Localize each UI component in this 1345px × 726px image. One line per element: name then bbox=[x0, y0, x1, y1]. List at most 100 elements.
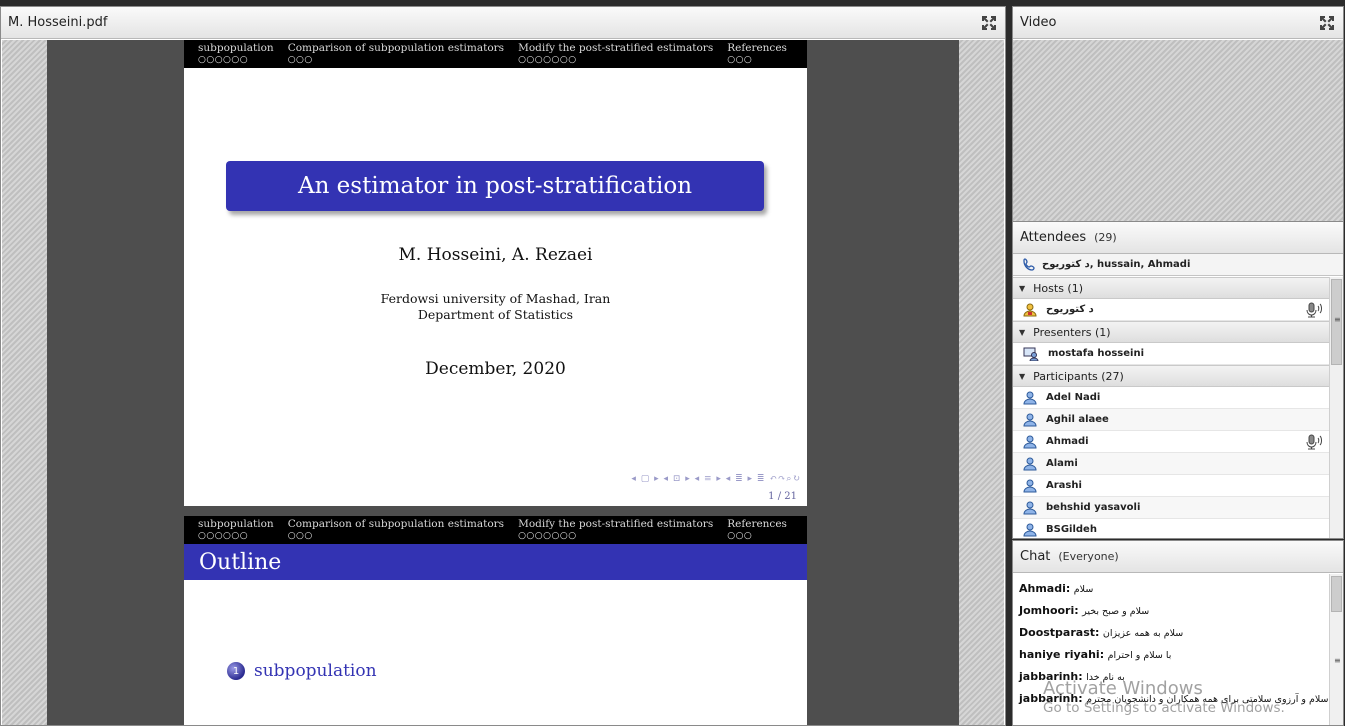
expand-triangle-icon[interactable]: ▼ bbox=[1019, 284, 1025, 293]
chat-message: jabbarinh: با سلام و آرزوی سلامتی برای ه… bbox=[1019, 688, 1329, 710]
nav-section[interactable]: Modify the post-stratified estimators ○○… bbox=[518, 518, 713, 544]
phone-icon bbox=[1023, 257, 1035, 271]
nav-section-label: subpopulation bbox=[198, 518, 274, 530]
chat-sender: Jomhoori: bbox=[1019, 604, 1079, 617]
video-pod-title: Video bbox=[1020, 15, 1057, 30]
department-line: Department of Statistics bbox=[417, 307, 574, 322]
nav-section[interactable]: References ○○○ bbox=[727, 42, 787, 68]
nav-section-dots: ○○○ bbox=[287, 531, 313, 541]
slide-page-number: 1 / 21 bbox=[768, 491, 797, 502]
microphone-active-icon bbox=[1306, 302, 1322, 318]
chat-text: با سلام و احترام bbox=[1107, 650, 1172, 661]
attendee-list-scrollbar[interactable]: ≡ bbox=[1329, 277, 1343, 538]
slide-institution: Ferdowsi university of Mashad, Iran Depa… bbox=[184, 291, 807, 323]
microphone-active-icon bbox=[1306, 434, 1322, 450]
group-label: Presenters (1) bbox=[1033, 325, 1111, 339]
nav-section-label: Modify the post-stratified estimators bbox=[518, 42, 714, 54]
scrollbar-grip-icon: ≡ bbox=[1334, 315, 1341, 324]
nav-section-dots: ○○○○○○○ bbox=[518, 531, 577, 541]
nav-section-dots: ○○○ bbox=[727, 531, 753, 541]
chat-scrollbar[interactable]: ≡ bbox=[1329, 574, 1343, 725]
attendee-row[interactable]: د کتوریوح bbox=[1013, 299, 1329, 321]
nav-section[interactable]: Comparison of subpopulation estimators ○… bbox=[288, 42, 504, 68]
attendee-name: BSGildeh bbox=[1046, 524, 1097, 535]
active-speakers-bar: د کتوریوح, hussain, Ahmadi bbox=[1013, 254, 1343, 276]
attendee-list[interactable]: ▼ Hosts (1) د کتوریوح ▼ Presenters (1) m… bbox=[1013, 277, 1329, 538]
chat-pod-title: Chat bbox=[1020, 549, 1051, 564]
slide-authors: M. Hosseini, A. Rezaei bbox=[398, 245, 593, 265]
group-label: Hosts (1) bbox=[1033, 281, 1084, 295]
chat-text: با سلام و آرزوی سلامتی برای همه همکاران … bbox=[1086, 694, 1329, 705]
beamer-navigation-bar: subpopulation ○○○○○○ Comparison of subpo… bbox=[184, 516, 807, 544]
attendee-row[interactable]: Adel Nadi bbox=[1013, 387, 1329, 409]
chat-message: Jomhoori: سلام و صبح بخیر bbox=[1019, 600, 1323, 622]
nav-section-dots: ○○○○○○ bbox=[198, 531, 249, 541]
group-label: Participants (27) bbox=[1033, 369, 1124, 383]
nav-section[interactable]: subpopulation ○○○○○○ bbox=[198, 42, 274, 68]
nav-section-label: Modify the post-stratified estimators bbox=[518, 518, 714, 530]
scrollbar-thumb[interactable] bbox=[1331, 576, 1342, 612]
attendee-name: Alami bbox=[1046, 458, 1078, 469]
share-pod: M. Hosseini.pdf subpopulation ○○○○○○ Com… bbox=[0, 6, 1006, 726]
outline-item[interactable]: 1 subpopulation bbox=[227, 661, 377, 681]
maximize-icon[interactable] bbox=[1319, 15, 1335, 31]
attendee-name: Adel Nadi bbox=[1046, 392, 1101, 403]
participant-user-icon bbox=[1023, 435, 1037, 448]
slide-outline: subpopulation ○○○○○○ Comparison of subpo… bbox=[184, 516, 807, 725]
share-stage[interactable]: subpopulation ○○○○○○ Comparison of subpo… bbox=[2, 40, 1004, 725]
nav-section-dots: ○○○○○○ bbox=[198, 55, 249, 65]
chat-message: jabbarinh: به نام خدا bbox=[1019, 666, 1323, 688]
group-participants[interactable]: ▼ Participants (27) bbox=[1013, 365, 1329, 387]
attendee-name: behshid yasavoli bbox=[1046, 502, 1141, 513]
group-hosts[interactable]: ▼ Hosts (1) bbox=[1013, 277, 1329, 299]
attendee-count: (29) bbox=[1094, 231, 1117, 244]
nav-section[interactable]: References ○○○ bbox=[727, 518, 787, 544]
nav-section-label: Comparison of subpopulation estimators bbox=[287, 518, 505, 530]
nav-section-dots: ○○○ bbox=[727, 55, 753, 65]
attendee-row[interactable]: mostafa hosseini bbox=[1013, 343, 1329, 365]
frame-title-bar: Outline bbox=[184, 544, 807, 580]
chat-sender: haniye riyahi: bbox=[1019, 648, 1105, 661]
share-pod-title: M. Hosseini.pdf bbox=[8, 15, 108, 30]
attendee-row[interactable]: behshid yasavoli bbox=[1013, 497, 1329, 519]
outline-item-number: 1 bbox=[227, 662, 245, 680]
attendees-pod-title: Attendees bbox=[1020, 230, 1087, 245]
chat-text: به نام خدا bbox=[1086, 672, 1125, 683]
attendee-name: Aghil alaee bbox=[1046, 414, 1109, 425]
slide-title-page: subpopulation ○○○○○○ Comparison of subpo… bbox=[184, 40, 807, 506]
attendees-pod: Attendees (29) د کتوریوح, hussain, Ahmad… bbox=[1012, 221, 1344, 539]
attendee-row[interactable]: Alami bbox=[1013, 453, 1329, 475]
beamer-navigation-controls[interactable]: ◂ ▢ ▸ ◂ ⊡ ▸ ◂ ≡ ▸ ◂ ≣ ▸ ≣ ↶↷⌕↻ bbox=[631, 474, 801, 484]
video-pod-header: Video bbox=[1013, 7, 1343, 39]
chat-text: سلام و صبح بخیر bbox=[1082, 606, 1150, 617]
chat-text: سلام bbox=[1073, 584, 1094, 595]
nav-section[interactable]: subpopulation ○○○○○○ bbox=[198, 518, 274, 544]
nav-section[interactable]: Comparison of subpopulation estimators ○… bbox=[288, 518, 504, 544]
chat-scope[interactable]: (Everyone) bbox=[1058, 550, 1118, 563]
group-presenters[interactable]: ▼ Presenters (1) bbox=[1013, 321, 1329, 343]
video-area bbox=[1013, 40, 1343, 221]
attendees-pod-header: Attendees (29) bbox=[1013, 222, 1343, 254]
attendee-row[interactable]: Arashi bbox=[1013, 475, 1329, 497]
attendee-row[interactable]: BSGildeh bbox=[1013, 519, 1329, 538]
expand-triangle-icon[interactable]: ▼ bbox=[1019, 328, 1025, 337]
attendee-row[interactable]: Ahmadi bbox=[1013, 431, 1329, 453]
chat-text: سلام به همه عزیزان bbox=[1102, 628, 1184, 639]
participant-user-icon bbox=[1023, 479, 1037, 492]
outline-item-label: subpopulation bbox=[254, 661, 377, 681]
chat-sender: jabbarinh: bbox=[1019, 670, 1083, 683]
presenter-icon bbox=[1023, 347, 1039, 361]
chat-pod: Chat (Everyone) Ahmadi: سلام Jomhoori: س… bbox=[1012, 540, 1344, 726]
chat-message: Doostparast: سلام به همه عزیزان bbox=[1019, 622, 1323, 644]
expand-triangle-icon[interactable]: ▼ bbox=[1019, 372, 1025, 381]
attendee-name: Arashi bbox=[1046, 480, 1082, 491]
attendee-row[interactable]: Aghil alaee bbox=[1013, 409, 1329, 431]
nav-section[interactable]: Modify the post-stratified estimators ○○… bbox=[518, 42, 713, 68]
host-user-icon bbox=[1023, 303, 1037, 316]
chat-pod-header: Chat (Everyone) bbox=[1013, 541, 1343, 573]
beamer-navigation-bar: subpopulation ○○○○○○ Comparison of subpo… bbox=[184, 40, 807, 68]
chat-message-list[interactable]: Ahmadi: سلام Jomhoori: سلام و صبح بخیر D… bbox=[1013, 574, 1329, 725]
participant-user-icon bbox=[1023, 457, 1037, 470]
chat-sender: jabbarinh: bbox=[1019, 692, 1083, 705]
maximize-icon[interactable] bbox=[981, 15, 997, 31]
